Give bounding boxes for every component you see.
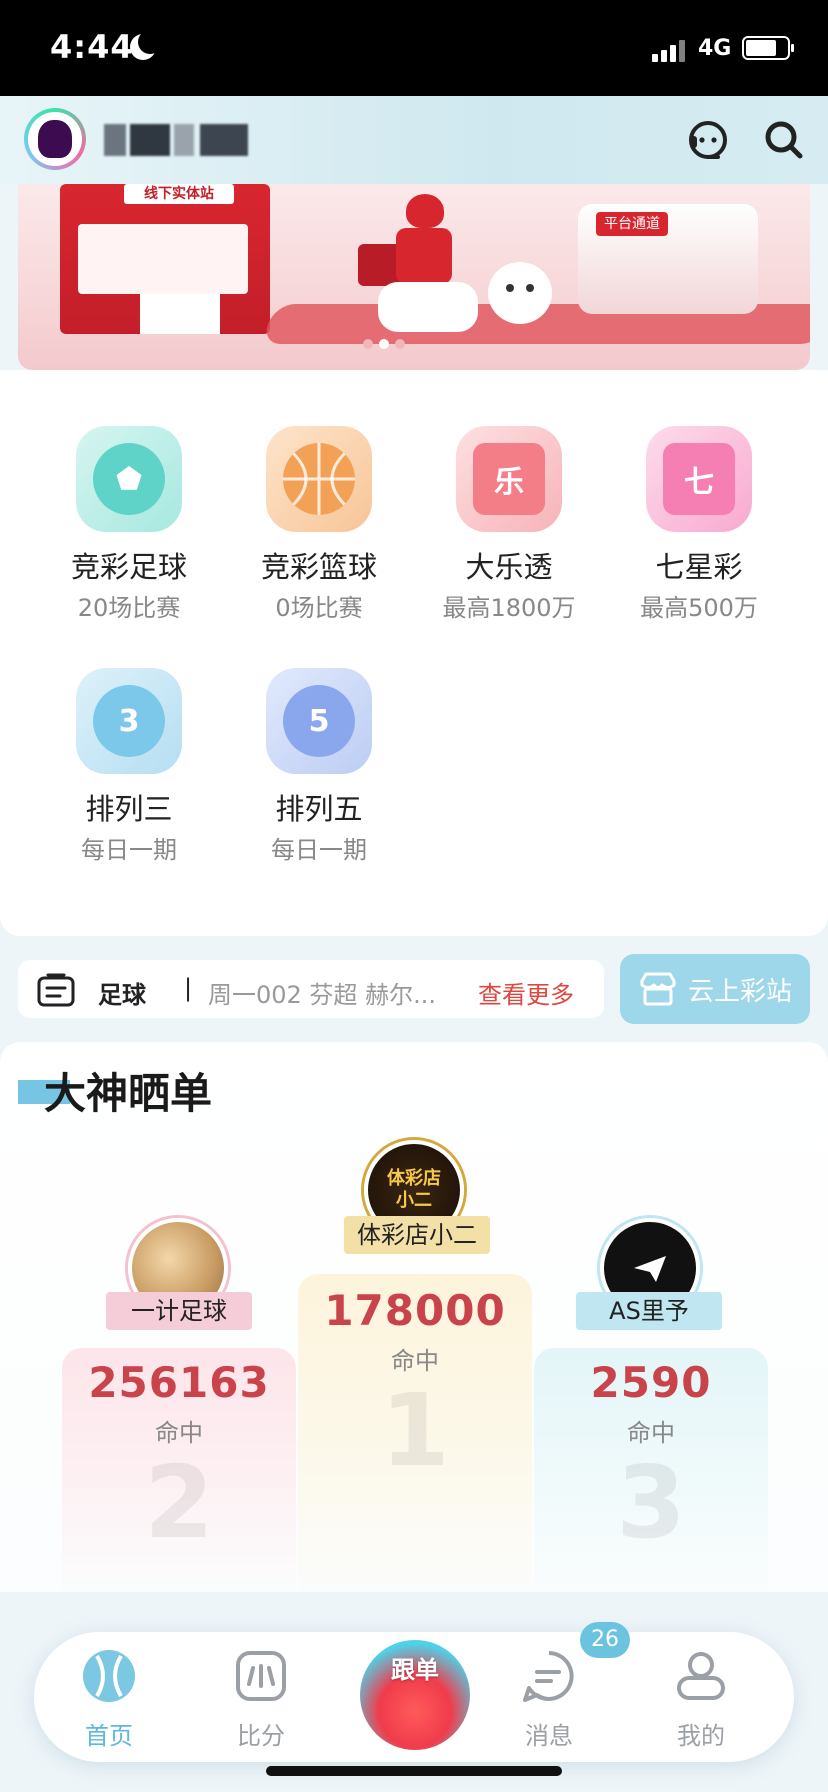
promo-banner[interactable]: 线下实体站 平台通道 [18,184,810,370]
lottery-shop-illustration: 线下实体站 [60,184,270,334]
cloud-station-label: 云上彩站 [687,976,792,1007]
rank-number: 2 [144,1444,214,1561]
rank-number: 3 [616,1444,686,1561]
hit-amount: 178000 [324,1286,506,1335]
cloud-station-button[interactable]: 云上彩站 [620,954,810,1024]
game-jczq[interactable]: ⬟ 竞彩足球 20场比赛 [34,426,224,623]
game-name: 排列五 [275,792,363,826]
tab-score[interactable]: 比分 [206,1648,316,1751]
notice-list-icon [37,973,75,1007]
avatar-logo-text: 体彩店小二 [387,1168,441,1211]
tab-label: 比分 [237,1722,285,1750]
game-sub: 20场比赛 [77,594,181,622]
game-name: 大乐透 [465,550,553,584]
section-title: 大神晒单 [44,1069,213,1118]
platform-tag: 平台通道 [596,212,668,236]
paper-plane-icon [634,1256,666,1282]
tab-messages[interactable]: 消息 [494,1648,604,1751]
pailie5-icon: 5 [266,668,372,774]
hit-label: 命中 [627,1419,675,1447]
game-jclq[interactable]: 竞彩篮球 0场比赛 [224,426,414,623]
notice-category: 足球 [98,981,146,1009]
tab-home[interactable]: 首页 [54,1648,164,1751]
tab-label: 消息 [525,1722,573,1750]
match-notice-bar[interactable]: 足球 | 周一002 芬超 赫尔... 查看更多 [18,960,604,1018]
platform-illustration: 平台通道 [578,204,758,314]
hit-label: 命中 [391,1347,439,1375]
notice-text: 周一002 芬超 赫尔... [208,981,436,1009]
banner-pagination [363,334,411,353]
rank-number: 1 [380,1372,450,1489]
lottery-games-grid: ⬟ 竞彩足球 20场比赛 竞彩篮球 0场比赛 乐 大乐透 最高1800万 七 七… [0,370,828,936]
hit-amount: 2590 [590,1358,712,1407]
game-sub: 最高1800万 [442,594,576,622]
store-icon [640,972,676,1006]
follow-label: 跟单 [391,1656,439,1684]
podium-rank-2[interactable]: 256163 命中 2 [62,1348,296,1592]
tab-profile[interactable]: 我的 [646,1648,756,1751]
battery-icon [742,36,794,60]
hit-label: 命中 [155,1419,203,1447]
message-badge: 26 [580,1622,630,1658]
status-time: 4:44 [50,28,134,66]
app-header [0,96,828,184]
tab-label: 首页 [85,1722,133,1750]
player-name: 一计足球 [106,1292,252,1330]
player-name: AS里予 [576,1292,722,1330]
podium-rank-3[interactable]: 2590 命中 3 [534,1348,768,1592]
message-icon [523,1651,574,1702]
home-indicator [266,1766,562,1776]
home-ball-icon [83,1650,135,1702]
star-le-icon: 乐 [456,426,562,532]
profile-icon [677,1652,725,1700]
game-sub: 0场比赛 [275,594,363,622]
game-sub: 最高500万 [640,594,758,622]
star-qi-icon: 七 [646,426,752,532]
score-icon [236,1651,286,1701]
showcase-section: 大神晒单 256163 命中 2 178000 命中 1 2590 命中 3 体… [0,1042,828,1592]
signal-icon [652,38,688,62]
status-bar: 4:44 4G [0,0,828,96]
network-type: 4G [698,36,732,61]
moon-icon [130,30,162,60]
headset-icon[interactable] [686,118,730,162]
game-sub: 每日一期 [271,836,367,864]
game-name: 竞彩足球 [70,550,187,584]
username-obscured [104,124,248,156]
game-name: 排列三 [85,792,173,826]
game-name: 七星彩 [655,550,743,584]
tab-follow[interactable]: 跟单 [360,1640,470,1750]
lion-logo-icon [38,120,72,158]
game-name: 竞彩篮球 [260,550,377,584]
game-pl3[interactable]: 3 排列三 每日一期 [34,668,224,865]
game-dlt[interactable]: 乐 大乐透 最高1800万 [414,426,604,623]
view-more-link[interactable]: 查看更多 [478,975,574,1010]
basketball-icon [266,426,372,532]
game-sub: 每日一期 [81,836,177,864]
tab-label: 我的 [677,1722,725,1750]
delivery-rider-illustration [358,194,478,344]
bottom-tab-bar: 首页 比分 跟单 消息 26 我的 [34,1622,794,1762]
user-avatar[interactable] [24,108,86,170]
football-icon: ⬟ [76,426,182,532]
shop-sign: 线下实体站 [124,184,234,204]
pailie3-icon: 3 [76,668,182,774]
notice-separator: | [184,974,193,1002]
game-pl5[interactable]: 5 排列五 每日一期 [224,668,414,865]
search-icon[interactable] [762,118,806,162]
mascot-cat-illustration [488,262,552,324]
game-qxc[interactable]: 七 七星彩 最高500万 [604,426,794,623]
hit-amount: 256163 [88,1358,270,1407]
podium-rank-1[interactable]: 178000 命中 1 [298,1274,532,1592]
player-name: 体彩店小二 [344,1216,490,1254]
